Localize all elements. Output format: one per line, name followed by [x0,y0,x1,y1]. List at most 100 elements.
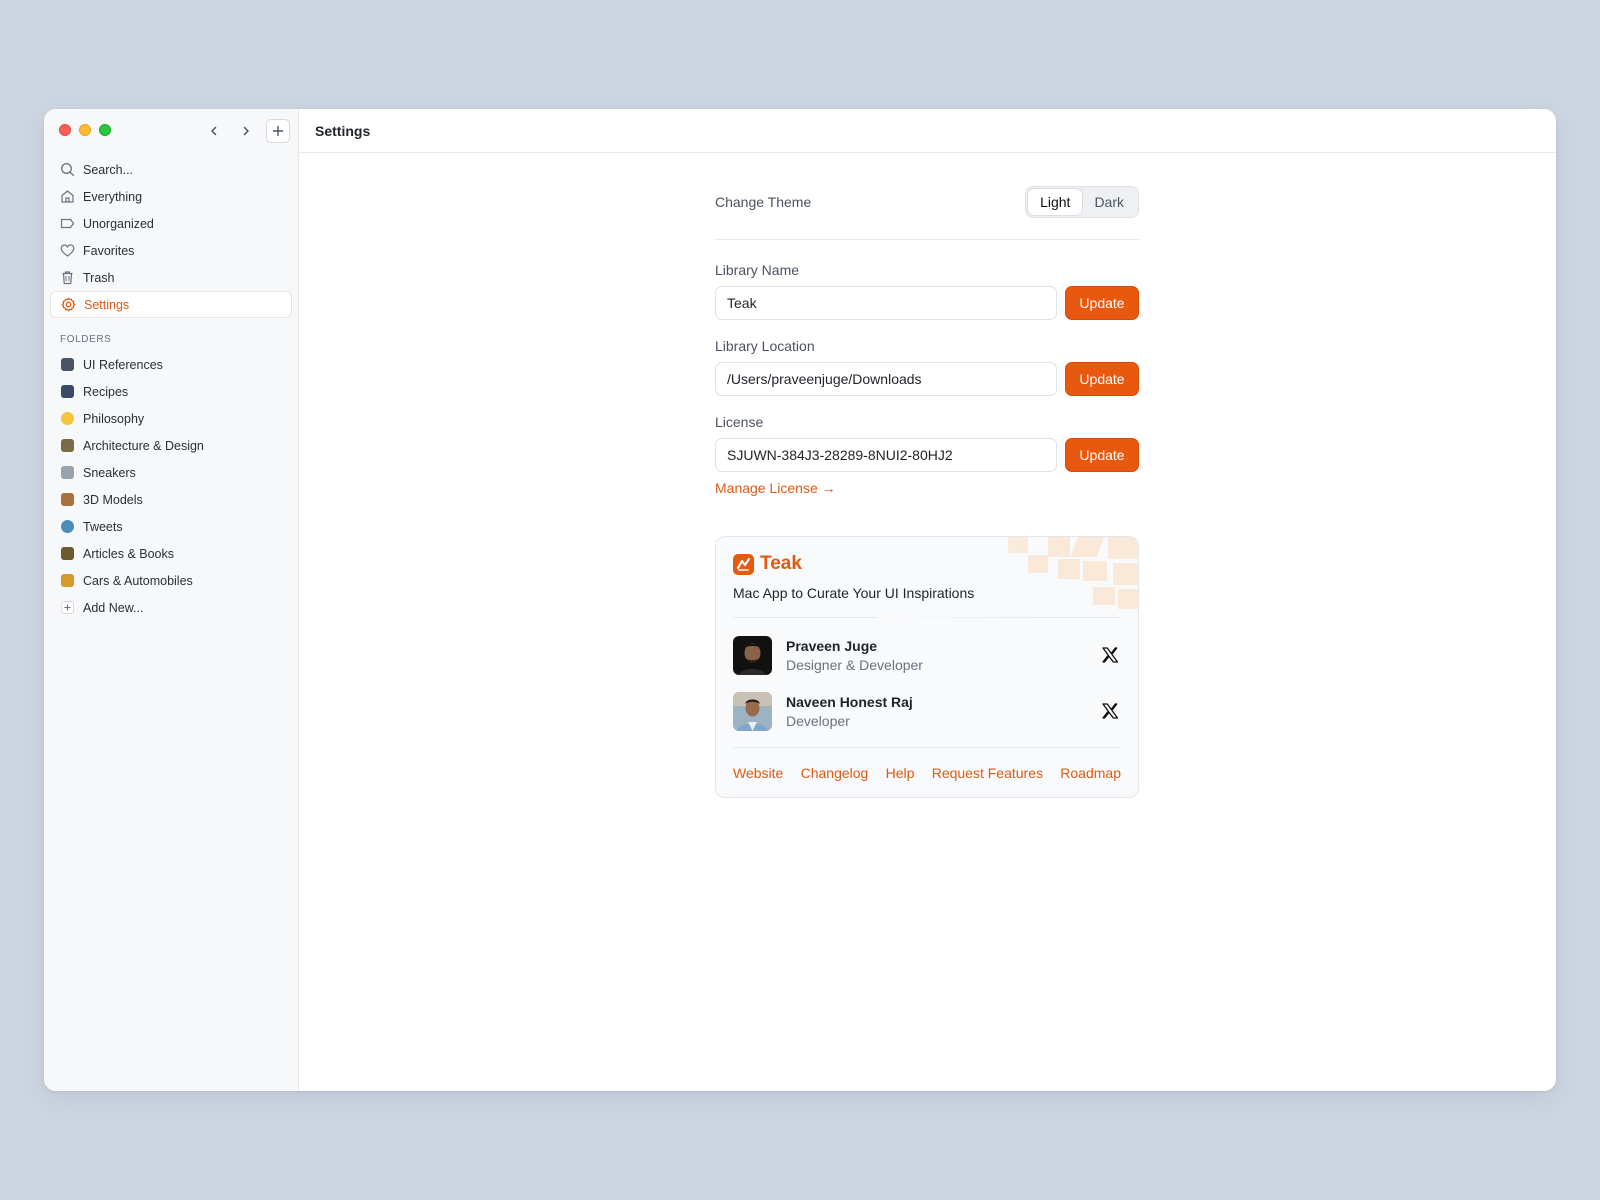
folder-item[interactable]: Recipes [50,378,292,405]
sidebar-item-label: Trash [83,270,115,285]
folder-label: Philosophy [83,411,145,426]
license-label: License [715,414,764,430]
changelog-link[interactable]: Changelog [801,765,869,781]
person-row: Naveen Honest Raj Developer [733,691,1121,731]
footer-links: Website Changelog Help Request Features … [733,765,1121,781]
folder-item[interactable]: Philosophy [50,405,292,432]
sidebar-item-unorganized[interactable]: Unorganized [50,210,292,237]
sidebar-item-settings[interactable]: Settings [50,291,292,318]
person-name: Praveen Juge [786,637,878,654]
sidebar-item-label: Settings [84,297,130,312]
theme-label: Change Theme [715,194,812,210]
zoom-window-button[interactable] [99,124,111,136]
folder-label: Articles & Books [83,546,175,561]
theme-row: Change Theme Light Dark [715,185,1139,219]
app-window: Search... Everything Unorganized Favorit… [44,109,1556,1091]
folder-label: Recipes [83,384,129,399]
folder-label: Tweets [83,519,123,534]
update-library-location-button[interactable]: Update [1065,362,1139,396]
library-name-input[interactable]: Teak [715,286,1057,320]
sidebar-search[interactable]: Search... [50,156,292,183]
plus-icon [272,125,284,137]
folder-item[interactable]: Sneakers [50,459,292,486]
search-icon [60,162,75,177]
add-button[interactable] [266,119,290,143]
sidebar-nav: Search... Everything Unorganized Favorit… [50,156,292,621]
window-controls [59,124,111,136]
back-button[interactable] [202,119,226,143]
folder-item[interactable]: Tweets [50,513,292,540]
theme-dark-option[interactable]: Dark [1082,189,1136,215]
add-folder-button[interactable]: Add New... [50,594,292,621]
request-features-link[interactable]: Request Features [932,765,1043,781]
folder-ui-references-icon [60,357,75,372]
gear-icon [61,297,76,312]
website-link[interactable]: Website [733,765,783,781]
license-field: License SJUWN-384J3-28289-8NUI2-80HJ2 Up… [715,414,1139,472]
sidebar-item-label: Favorites [83,243,135,258]
folder-item[interactable]: 3D Models [50,486,292,513]
sidebar: Search... Everything Unorganized Favorit… [44,109,299,1091]
folder-tweets-icon [60,519,75,534]
close-window-button[interactable] [59,124,71,136]
chevron-left-icon [211,126,217,136]
sidebar-item-label: Everything [83,189,143,204]
decorative-pattern [878,537,1138,627]
folder-sneakers-icon [60,465,75,480]
about-card: Teak Mac App to Curate Your UI Inspirati… [715,536,1139,798]
x-twitter-icon[interactable] [1101,646,1119,664]
main-panel: Settings Change Theme Light Dark Library… [299,109,1556,1091]
minimize-window-button[interactable] [79,124,91,136]
folder-item[interactable]: Articles & Books [50,540,292,567]
tagline: Mac App to Curate Your UI Inspirations [733,585,975,601]
update-license-button[interactable]: Update [1065,438,1139,472]
folder-label: Cars & Automobiles [83,573,193,588]
brand: Teak [733,553,1121,575]
folder-item[interactable]: Architecture & Design [50,432,292,459]
sidebar-search-label: Search... [83,162,134,177]
update-library-name-button[interactable]: Update [1065,286,1139,320]
brand-name: Teak [760,553,802,574]
theme-light-option[interactable]: Light [1028,189,1083,215]
page-title: Settings [315,122,371,139]
person-role: Designer & Developer [786,656,923,673]
settings-content: Change Theme Light Dark Library Name Tea… [715,185,1139,798]
x-twitter-icon[interactable] [1101,702,1119,720]
folder-articles-icon [60,546,75,561]
folder-label: Sneakers [83,465,136,480]
folder-3d-models-icon [60,492,75,507]
avatar [733,635,772,675]
chevron-right-icon [243,126,249,136]
teak-logo-icon [733,553,754,575]
sidebar-item-everything[interactable]: Everything [50,183,292,210]
divider [733,747,1121,748]
folder-item[interactable]: UI References [50,351,292,378]
theme-toggle: Light Dark [1025,186,1139,218]
library-location-field: Library Location /Users/praveenjuge/Down… [715,338,1139,396]
library-name-field: Library Name Teak Update [715,262,1139,320]
folder-label: UI References [83,357,163,372]
manage-license-link[interactable]: Manage License → [715,480,836,496]
folders-heading: FOLDERS [60,334,112,345]
sidebar-item-favorites[interactable]: Favorites [50,237,292,264]
plus-icon [60,600,75,615]
help-link[interactable]: Help [886,765,915,781]
trash-icon [60,270,75,285]
avatar [733,691,772,731]
folder-cars-icon [60,573,75,588]
home-icon [60,189,75,204]
folder-label: 3D Models [83,492,143,507]
folder-item[interactable]: Cars & Automobiles [50,567,292,594]
library-location-input[interactable]: /Users/praveenjuge/Downloads [715,362,1057,396]
folder-philosophy-icon [60,411,75,426]
tag-icon [60,216,75,231]
roadmap-link[interactable]: Roadmap [1060,765,1121,781]
sidebar-item-trash[interactable]: Trash [50,264,292,291]
folder-recipes-icon [60,384,75,399]
library-name-label: Library Name [715,262,800,278]
folder-label: Architecture & Design [83,438,204,453]
forward-button[interactable] [234,119,258,143]
license-input[interactable]: SJUWN-384J3-28289-8NUI2-80HJ2 [715,438,1057,472]
add-folder-label: Add New... [83,600,144,615]
sidebar-item-label: Unorganized [83,216,154,231]
